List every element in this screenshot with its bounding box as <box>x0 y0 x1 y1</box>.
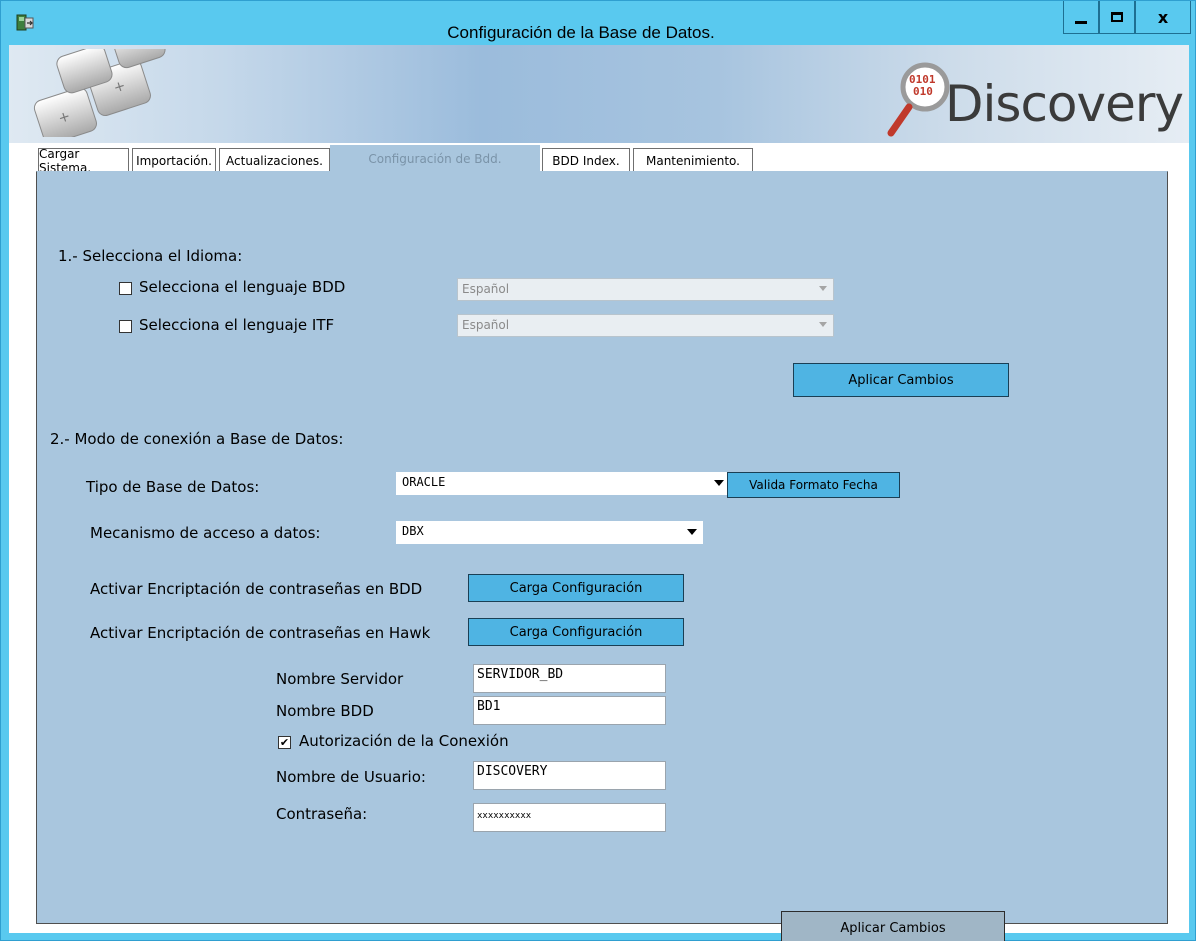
tab-cargar-sistema[interactable]: Cargar Sistema. <box>38 147 129 175</box>
tab-bdd-index[interactable]: BDD Index. <box>542 148 630 172</box>
lang-bdd-label: Selecciona el lenguaje BDD <box>139 278 346 296</box>
close-icon: x <box>1157 7 1169 27</box>
db-name-input[interactable]: BD1 <box>473 696 666 725</box>
maximize-button[interactable] <box>1099 1 1135 34</box>
lang-bdd-select[interactable]: Español <box>457 278 834 301</box>
password-label: Contraseña: <box>276 805 368 823</box>
config-panel: 1.- Selecciona el Idioma: Selecciona el … <box>36 171 1168 941</box>
tab-actualizaciones[interactable]: Actualizaciones. <box>219 148 330 172</box>
username-input[interactable]: DISCOVERY <box>473 761 666 790</box>
lang-itf-select[interactable]: Español <box>457 314 834 337</box>
apply-language-label: Aplicar Cambios <box>848 372 954 388</box>
db-type-select[interactable]: ORACLE <box>396 472 730 495</box>
db-name-label: Nombre BDD <box>276 702 374 720</box>
logo-text: Discovery <box>945 75 1184 133</box>
load-config-hawk-button[interactable]: Carga Configuración <box>468 618 684 646</box>
svg-text:010: 010 <box>913 85 933 98</box>
db-type-value: ORACLE <box>402 475 446 489</box>
server-name-label: Nombre Servidor <box>276 670 404 688</box>
db-type-label: Tipo de Base de Datos: <box>86 478 260 496</box>
access-mechanism-value: DBX <box>402 524 424 538</box>
tab-label: Actualizaciones. <box>226 153 323 168</box>
title-bar[interactable]: Configuración de la Base de Datos. x <box>1 1 1195 45</box>
tab-label: Mantenimiento. <box>645 153 740 168</box>
chevron-down-icon <box>714 480 724 486</box>
chevron-down-icon <box>687 529 697 535</box>
connection-heading: 2.- Modo de conexión a Base de Datos: <box>50 430 344 448</box>
tab-mantenimiento[interactable]: Mantenimiento. <box>633 148 753 172</box>
apply-connection-button[interactable]: Aplicar Cambios <box>781 911 1005 941</box>
client-area: + + 0101 010 Discovery Cargar Sistema. I… <box>9 45 1189 941</box>
minimize-icon <box>1075 20 1087 24</box>
minimize-button[interactable] <box>1063 1 1099 34</box>
validate-date-format-label: Valida Formato Fecha <box>749 478 878 492</box>
chevron-down-icon <box>819 322 827 327</box>
lang-itf-label: Selecciona el lenguaje ITF <box>139 316 335 334</box>
lang-itf-checkbox[interactable] <box>119 320 132 333</box>
load-config-hawk-label: Carga Configuración <box>509 624 643 640</box>
validate-date-format-button[interactable]: Valida Formato Fecha <box>727 472 900 498</box>
lang-itf-value: Español <box>462 318 510 332</box>
chevron-down-icon <box>819 286 827 291</box>
apply-language-button[interactable]: Aplicar Cambios <box>793 363 1009 397</box>
load-config-bdd-button[interactable]: Carga Configuración <box>468 574 684 602</box>
auth-connection-label: Autorización de la Conexión <box>299 732 509 750</box>
access-mechanism-select[interactable]: DBX <box>396 521 703 544</box>
load-config-bdd-label: Carga Configuración <box>509 580 643 596</box>
app-window: Configuración de la Base de Datos. x + +… <box>0 0 1196 941</box>
tab-configuracion-bdd[interactable]: Configuración de Bdd. <box>330 145 540 172</box>
tab-label: Configuración de Bdd. <box>368 152 502 166</box>
window-title: Configuración de la Base de Datos. <box>447 23 715 42</box>
lang-bdd-value: Español <box>462 282 510 296</box>
password-input[interactable]: xxxxxxxxxx <box>473 803 666 832</box>
tab-label: Importación. <box>136 153 212 168</box>
language-heading: 1.- Selecciona el Idioma: <box>58 247 243 265</box>
close-button[interactable]: x <box>1135 1 1191 34</box>
server-name-input[interactable]: SERVIDOR_BD <box>473 664 666 693</box>
encrypt-bdd-label: Activar Encriptación de contraseñas en B… <box>90 580 423 598</box>
keyboard-keys-image: + + <box>33 49 166 137</box>
apply-connection-label: Aplicar Cambios <box>840 920 946 936</box>
auth-connection-checkbox[interactable]: ✔ <box>278 736 291 749</box>
tab-label: BDD Index. <box>552 153 620 168</box>
maximize-icon <box>1111 12 1123 22</box>
header-banner: + + 0101 010 Discovery <box>9 45 1189 143</box>
lang-bdd-checkbox[interactable] <box>119 282 132 295</box>
encrypt-hawk-label: Activar Encriptación de contraseñas en H… <box>90 624 431 642</box>
username-label: Nombre de Usuario: <box>276 768 426 786</box>
access-mechanism-label: Mecanismo de acceso a datos: <box>90 524 321 542</box>
tab-importacion[interactable]: Importación. <box>132 148 216 172</box>
